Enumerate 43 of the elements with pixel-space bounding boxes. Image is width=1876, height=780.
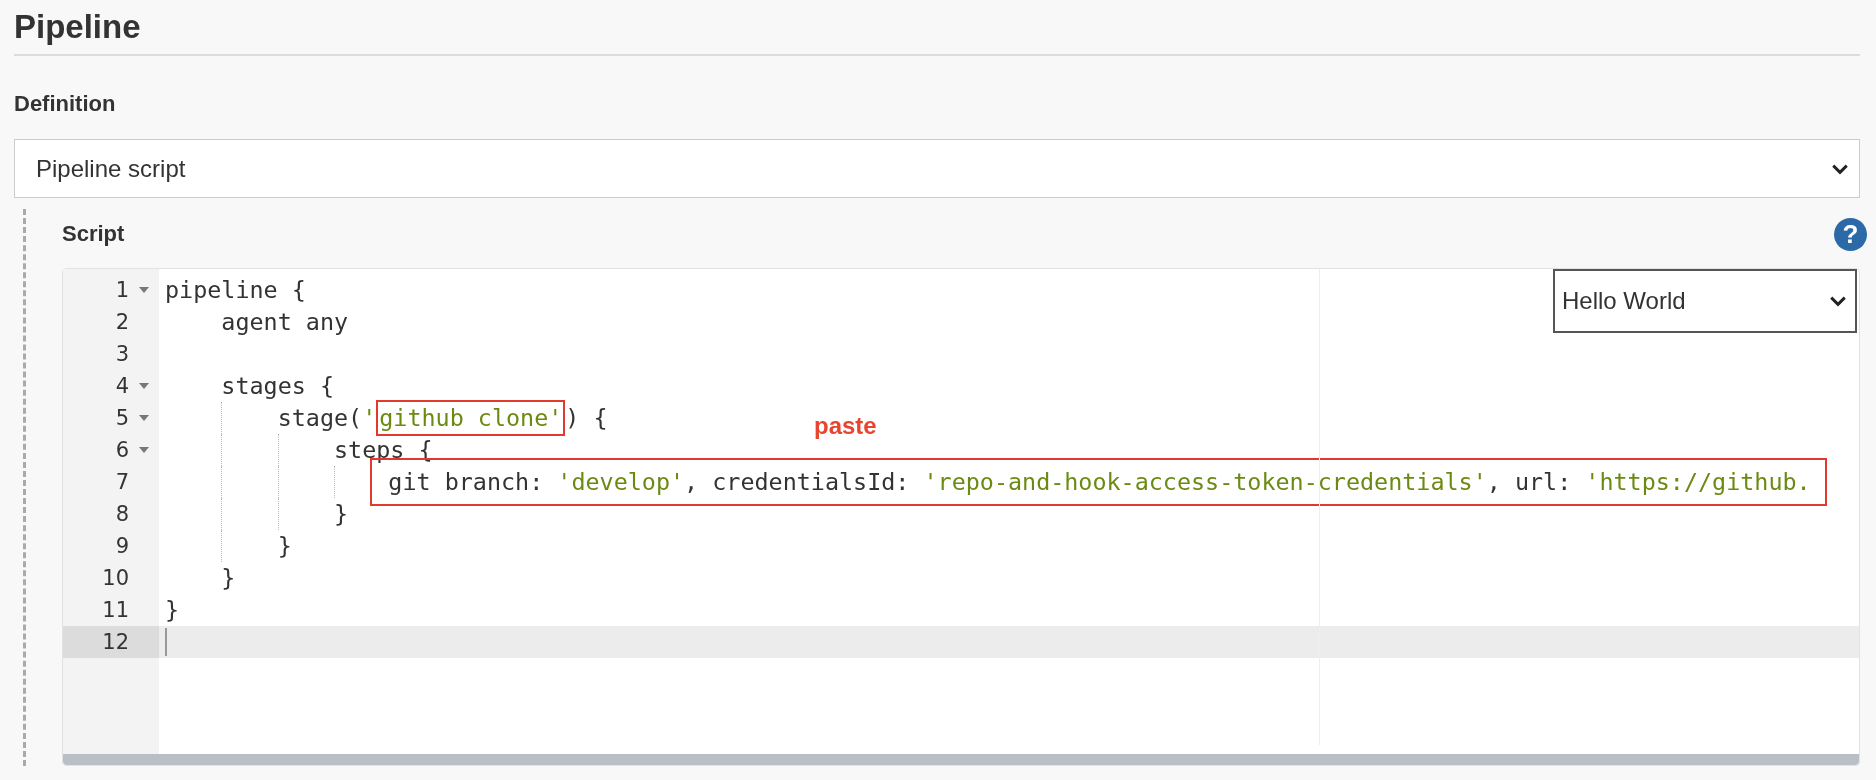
string-literal: ' [362,403,377,434]
code-text: pipeline { [165,275,306,306]
field-label: Script [62,220,125,248]
code-text: , url: [1486,467,1573,498]
string-literal: 'repo-and-hook-access-token-credentials' [923,467,1487,498]
code-text: , credentialsId: [684,467,911,498]
line-number: 10 [102,565,129,592]
line-number: 11 [102,597,129,624]
code-text: } [334,499,349,530]
code-text: agent any [221,307,349,338]
line-number: 3 [115,341,129,368]
code-text: stages { [221,371,334,402]
fold-arrow-icon[interactable] [139,287,149,293]
line-number: 4 [115,373,129,400]
line-number: 12 [102,629,129,656]
fold-arrow-icon[interactable] [139,447,149,453]
line-number: 1 [115,277,129,304]
fold-arrow-icon[interactable] [139,383,149,389]
definition-dropdown[interactable]: Pipeline script [14,139,1860,198]
line-number: 9 [115,533,129,560]
sample-dropdown[interactable]: Hello World [1553,269,1857,333]
section-title: Pipeline [14,7,142,47]
line-number: 6 [115,437,129,464]
string-literal: 'develop' [557,467,685,498]
help-icon[interactable]: ? [1834,217,1867,251]
code-text: stage( [277,403,363,434]
line-number: 5 [115,405,129,432]
chevron-down-icon [1829,294,1847,308]
string-literal: github clone' [379,403,563,434]
code-text: git branch: [388,467,545,498]
field-label: Definition [14,90,117,118]
line-number: 8 [115,501,129,528]
line-number: 2 [115,309,129,336]
code-text: } [221,563,236,594]
fold-arrow-icon[interactable] [139,415,149,421]
line-number: 7 [115,469,129,496]
code-text: } [165,595,180,626]
string-literal: 'https://github. [1585,467,1811,498]
code-text: } [277,531,292,562]
code-text: ) { [565,403,608,434]
horizontal-scrollbar[interactable] [63,754,1859,765]
text-cursor [165,628,167,656]
annotation-label: paste [814,412,877,440]
